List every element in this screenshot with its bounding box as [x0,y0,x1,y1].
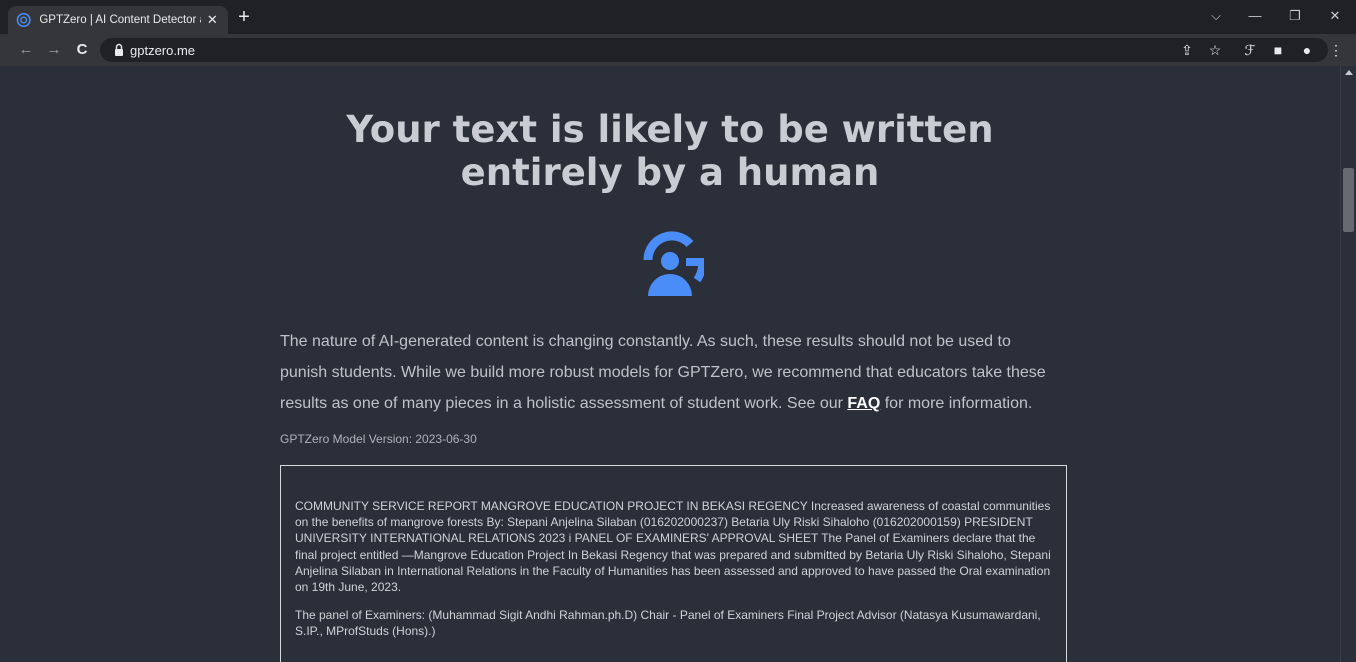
lock-icon [115,43,123,56]
address-bar[interactable]: gptzero.me [100,38,1328,62]
back-arrow-icon[interactable]: ← [16,40,36,60]
reload-icon[interactable]: C [72,40,92,60]
scroll-up-arrow-icon[interactable] [1345,70,1353,75]
url-text: gptzero.me [130,43,196,58]
bookmark-star-icon[interactable]: ☆ [1205,40,1225,60]
browser-menu-icon[interactable]: ⋮ [1326,40,1346,60]
browser-toolbar: ← → C gptzero.me ⇪ ☆ ℱ ■ ● ⋮ [0,34,1356,66]
submitted-paragraph: The panel of Examiners: (Muhammad Sigit … [295,608,1041,639]
new-tab-button[interactable]: + [234,7,254,27]
forward-arrow-icon[interactable]: → [44,40,64,60]
tab-search-dropdown-icon[interactable]: ⌵ [1206,6,1226,26]
page-content: Your text is likely to be written entire… [0,66,1340,662]
minimize-window-icon[interactable]: — [1245,6,1265,26]
share-icon[interactable]: ⇪ [1177,40,1197,60]
scrollbar-thumb[interactable] [1343,168,1354,232]
tab-close-icon[interactable]: ✕ [205,12,220,28]
side-panel-icon[interactable]: ■ [1268,40,1288,60]
browser-tab[interactable]: GPTZero | AI Content Detector and More ✕ [8,6,228,34]
gptzero-favicon-icon [16,12,31,28]
browser-titlebar: GPTZero | AI Content Detector and More ✕… [0,0,1356,34]
page-scrollbar[interactable] [1340,66,1356,662]
faq-link[interactable]: FAQ [847,395,880,412]
submitted-text-panel[interactable]: COMMUNITY SERVICE REPORT MANGROVE EDUCAT… [280,465,1067,662]
close-window-icon[interactable]: ✕ [1325,6,1345,26]
disclaimer-text-end: for more information. [880,395,1033,412]
result-headline: Your text is likely to be written entire… [346,108,994,194]
model-version-label: GPTZero Model Version: 2023-06-30 [280,432,477,446]
human-person-icon [643,231,704,296]
restore-window-icon[interactable]: ❐ [1285,6,1305,26]
submitted-paragraph: COMMUNITY SERVICE REPORT MANGROVE EDUCAT… [295,499,1051,595]
extension-icon[interactable]: ℱ [1240,40,1260,60]
disclaimer-text: The nature of AI-generated content is ch… [280,326,1060,419]
profile-avatar-icon[interactable]: ● [1297,40,1317,60]
tab-title: GPTZero | AI Content Detector and More [39,14,200,26]
